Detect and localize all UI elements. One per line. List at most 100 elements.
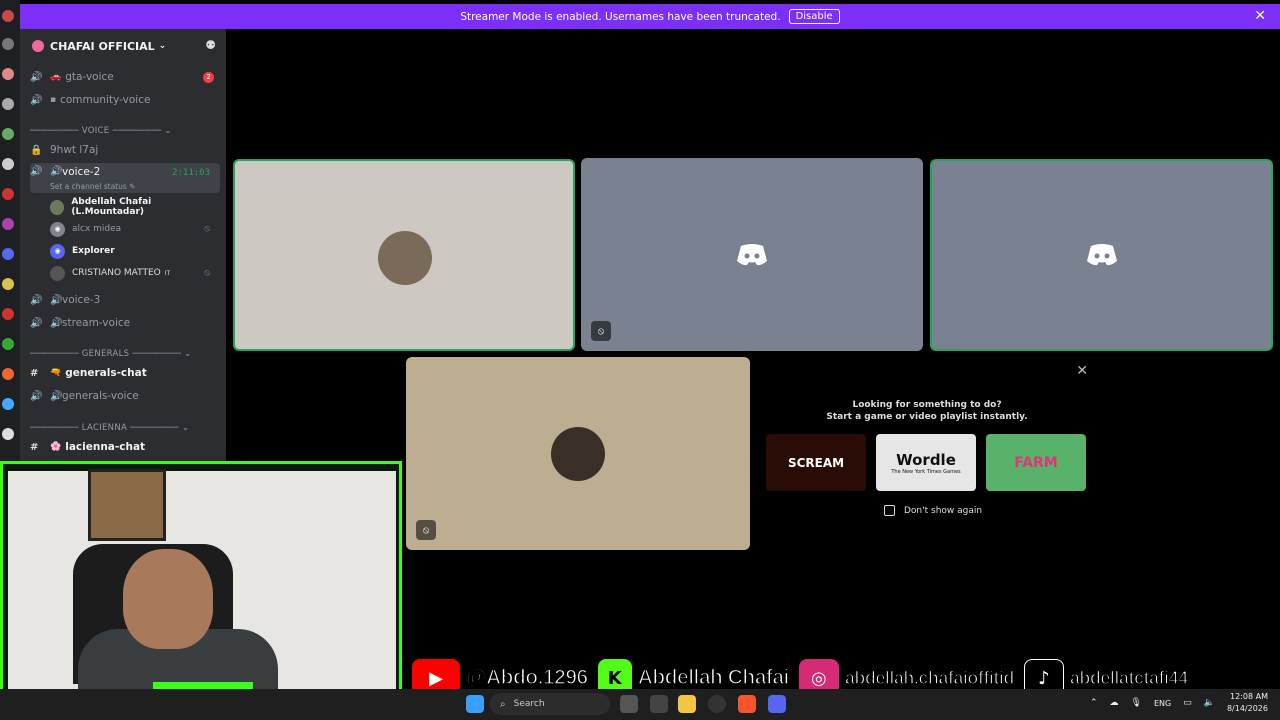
channel-label: voice-2 — [62, 166, 101, 178]
voice-member[interactable]: ◉ Explorer — [50, 241, 220, 261]
volume-icon[interactable]: 🔈 — [1204, 698, 1215, 708]
disable-button[interactable]: Disable — [788, 9, 840, 24]
channel-voice-3[interactable]: 🔊 🔊 voice-3 — [30, 290, 220, 310]
member-name: CRISTIANO MATTEO — [72, 268, 161, 278]
clock[interactable]: 12:08 AM 8/14/2026 — [1227, 691, 1268, 715]
server-icon[interactable] — [2, 38, 14, 50]
search-label: Search — [513, 699, 545, 709]
channel-generals-chat[interactable]: # 🔫 generals-chat — [30, 363, 220, 383]
server-logo-icon — [32, 40, 44, 52]
avatar: ◉ — [50, 243, 65, 259]
server-icon[interactable] — [2, 68, 14, 80]
speaker-icon: 🔊 — [30, 94, 43, 106]
file-explorer-icon[interactable] — [678, 695, 696, 713]
channel-label: community-voice — [60, 94, 151, 106]
server-icon[interactable] — [2, 338, 14, 350]
video-tile-user-2[interactable]: ⦸ — [581, 158, 923, 351]
category-lacienna[interactable]: ───────── LACIENNA ───────── ⌄ — [30, 423, 220, 433]
brave-browser-icon[interactable] — [738, 695, 756, 713]
activity-subtitle: Start a game or video playlist instantly… — [826, 412, 1028, 422]
voice-member[interactable]: ◉ alcx midea ⦸ — [50, 219, 220, 239]
checkbox[interactable] — [884, 505, 895, 516]
server-icon[interactable] — [2, 368, 14, 380]
channel-stream-voice[interactable]: 🔊 🔊 stream-voice — [30, 313, 220, 333]
discord-logo-icon — [1086, 244, 1117, 266]
taskbar-search[interactable]: ⌕ Search — [490, 693, 610, 715]
game-title: FARM — [1014, 454, 1058, 471]
avatar — [50, 265, 65, 281]
clock-date: 8/14/2026 — [1226, 704, 1268, 713]
video-tile-user-3[interactable] — [930, 159, 1273, 351]
channel-generals-voice[interactable]: 🔊 🔊 generals-voice — [30, 386, 220, 406]
server-icon[interactable] — [2, 218, 14, 230]
discord-icon[interactable] — [768, 695, 786, 713]
channel-lacienna-chat[interactable]: # 🌸 lacienna-chat — [30, 437, 220, 457]
server-icon[interactable] — [2, 128, 14, 140]
server-icon[interactable] — [2, 428, 14, 440]
speaker-icon: 🔊 — [30, 166, 43, 177]
hash-icon: # — [30, 441, 39, 453]
channel-sidebar: CHAFAI OFFICIAL ⌄ ⚉ 🔊 🚗 gta-voice 2 🔊 ▪ … — [20, 29, 226, 469]
deafened-icon: ⦸ — [416, 520, 436, 540]
speaker-icon: 🔊 — [30, 390, 43, 402]
category-label: VOICE — [81, 126, 110, 136]
category-label: GENERALS — [81, 349, 130, 359]
activity-title: Looking for something to do? — [852, 400, 1002, 410]
taskbar-app-icon[interactable] — [620, 695, 638, 713]
search-icon: ⌕ — [500, 698, 506, 710]
server-icon[interactable] — [2, 98, 14, 110]
category-voice[interactable]: ───────── VOICE ───────── ⌄ — [30, 126, 220, 136]
flower-emoji-icon: 🌸 — [50, 442, 62, 452]
channel-label: generals-voice — [62, 390, 139, 402]
windows-taskbar: ⌕ Search ⌃ ☁ 🎙 ENG ▭ 🔈 12:08 AM 8/14/202… — [0, 689, 1280, 720]
game-title: Wordle — [896, 450, 956, 469]
server-icon[interactable] — [2, 278, 14, 290]
youtube-handle: @Abdo.1296 — [465, 665, 589, 690]
deafened-icon: ⦸ — [204, 268, 210, 278]
video-tile-user-4[interactable]: ⦸ — [406, 357, 750, 550]
close-icon[interactable]: ✕ — [1076, 363, 1088, 379]
game-card-farm[interactable]: FARM — [986, 434, 1086, 491]
dont-show-again-checkbox[interactable]: Don't show again — [884, 505, 982, 516]
server-icon[interactable] — [2, 248, 14, 260]
call-timer: 2:11:03 — [172, 168, 210, 178]
speaker-icon: 🔊 — [30, 317, 43, 329]
server-icon[interactable] — [2, 10, 14, 22]
activity-suggestion-panel: ✕ Looking for something to do? Start a g… — [756, 358, 1098, 550]
game-card-scream[interactable]: SCREAM — [766, 434, 866, 491]
channel-community-voice[interactable]: 🔊 ▪ community-voice — [30, 90, 220, 110]
server-icon[interactable] — [2, 398, 14, 410]
server-icon[interactable] — [2, 308, 14, 320]
server-header[interactable]: CHAFAI OFFICIAL ⌄ ⚉ — [20, 29, 226, 63]
category-generals[interactable]: ───────── GENERALS ───────── ⌄ — [30, 349, 220, 359]
server-icon[interactable] — [2, 188, 14, 200]
video-tile-user-1[interactable] — [233, 159, 575, 351]
channel-status[interactable]: Set a channel status ✎ — [50, 182, 135, 191]
chevron-up-icon[interactable]: ⌃ — [1090, 698, 1098, 708]
speaker-icon: 🔊 — [30, 294, 43, 306]
add-user-icon[interactable]: ⚉ — [205, 38, 216, 52]
member-suffix: IT — [164, 269, 171, 277]
server-icon[interactable] — [2, 158, 14, 170]
windows-start-icon[interactable] — [466, 695, 484, 713]
channel-label: stream-voice — [62, 317, 131, 329]
steam-icon[interactable] — [708, 695, 726, 713]
close-icon[interactable]: ✕ — [1254, 8, 1266, 24]
task-view-icon[interactable] — [650, 695, 668, 713]
game-card-wordle[interactable]: Wordle The New York Times Games — [876, 434, 976, 491]
network-icon[interactable]: ▭ — [1183, 698, 1192, 708]
microphone-icon[interactable]: 🎙 — [1131, 698, 1142, 708]
channel-gta-voice[interactable]: 🔊 🚗 gta-voice 2 — [30, 67, 220, 87]
channel-label: gta-voice — [65, 71, 114, 83]
member-name: alcx midea — [72, 224, 122, 234]
screen: Streamer Mode is enabled. Usernames have… — [0, 0, 1280, 720]
voice-member[interactable]: Abdellah Chafai (L.Mountadar) — [50, 197, 220, 217]
avatar — [378, 231, 432, 285]
language-indicator[interactable]: ENG — [1154, 699, 1171, 708]
avatar: ◉ — [50, 221, 65, 237]
speaker-icon: 🔊 — [50, 390, 63, 402]
cloud-icon[interactable]: ☁ — [1110, 698, 1119, 708]
voice-member[interactable]: CRISTIANO MATTEO IT ⦸ — [50, 263, 220, 283]
streamer-webcam — [0, 461, 402, 696]
channel-locked[interactable]: 🔒 9hwt l7aj — [30, 140, 220, 160]
